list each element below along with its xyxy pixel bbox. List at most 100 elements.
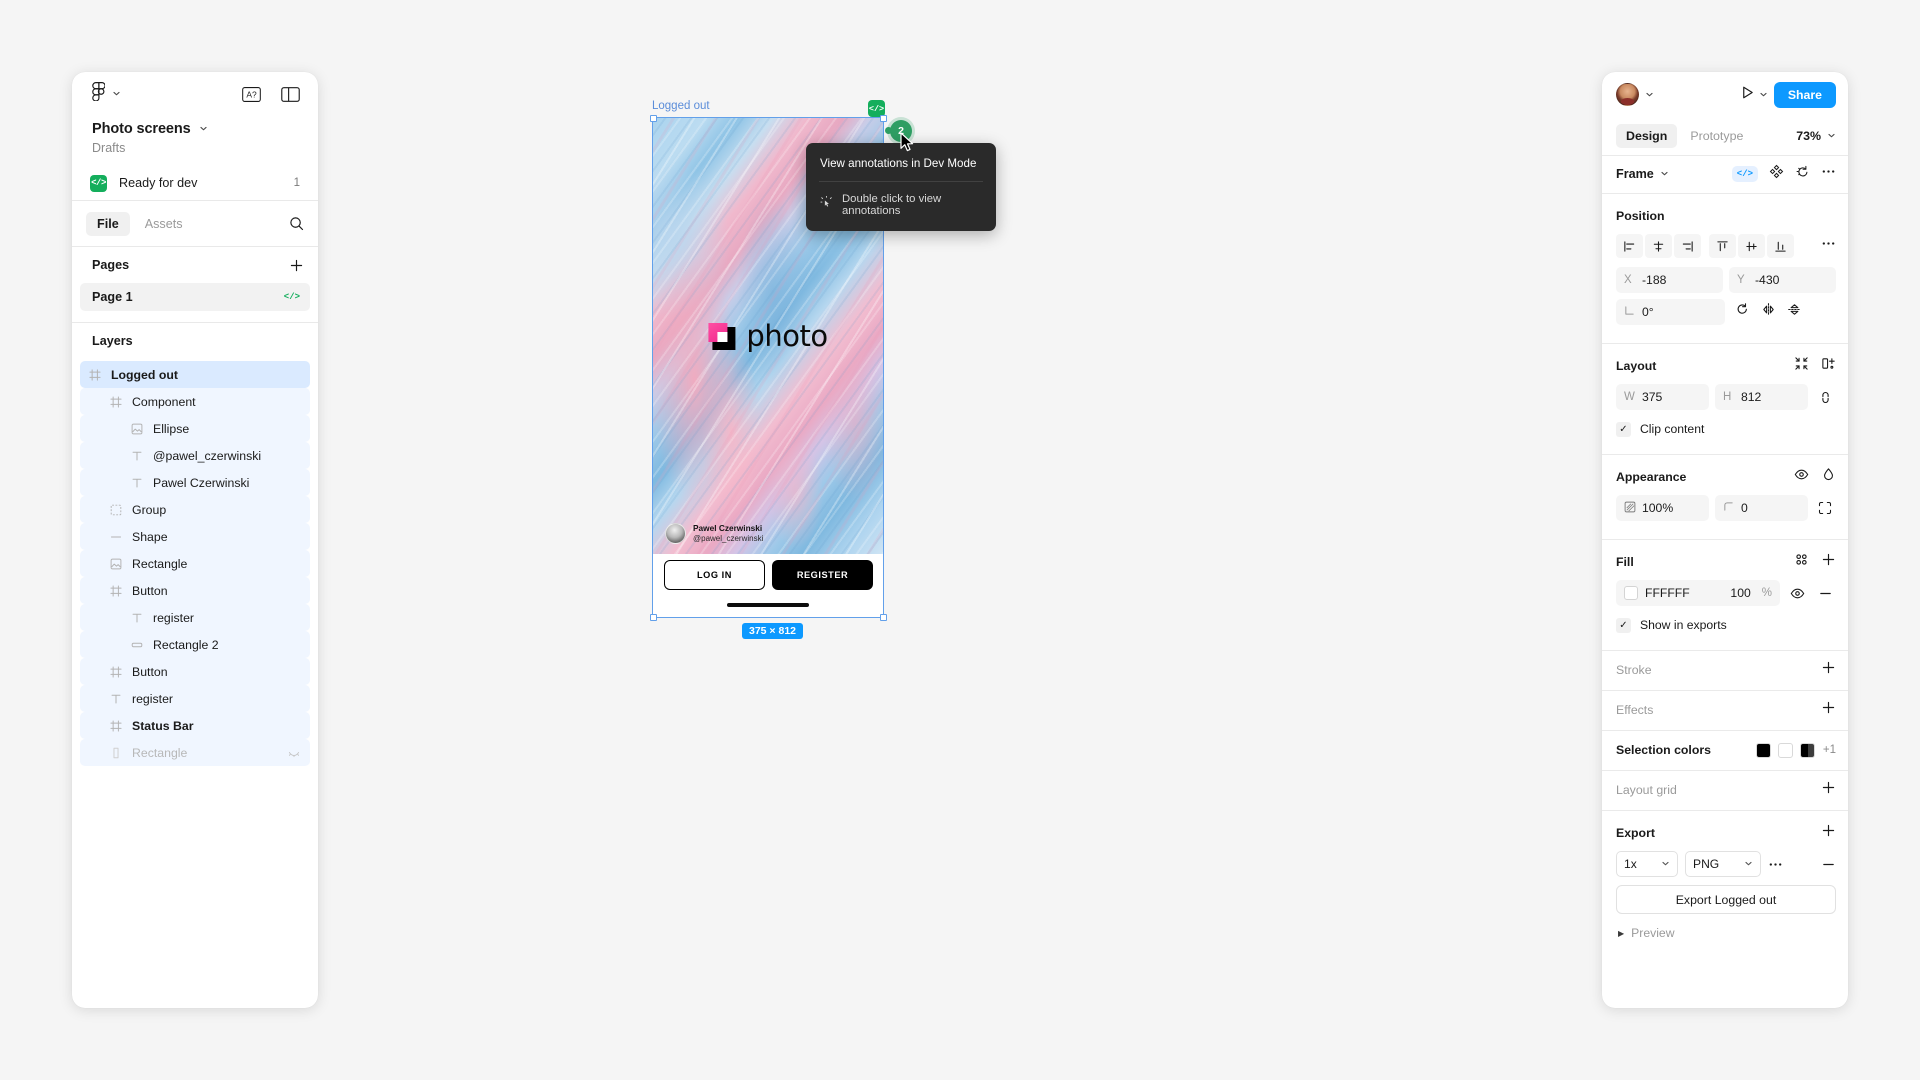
selection-handle-top-left[interactable] bbox=[650, 115, 657, 122]
corner-radius-field[interactable]: 0 bbox=[1715, 495, 1808, 521]
layer-row[interactable]: Rectangle bbox=[80, 550, 310, 577]
clip-content-row[interactable]: ✓ Clip content bbox=[1616, 416, 1836, 442]
resize-to-fit-icon[interactable] bbox=[1794, 356, 1809, 376]
flip-horizontal-icon[interactable] bbox=[1761, 302, 1776, 322]
selection-handle-bottom-right[interactable] bbox=[880, 614, 887, 621]
blend-mode-icon[interactable] bbox=[1821, 467, 1836, 487]
layer-name: Rectangle bbox=[132, 745, 188, 760]
width-field[interactable]: W 375 bbox=[1616, 384, 1709, 410]
tab-prototype[interactable]: Prototype bbox=[1680, 124, 1753, 148]
layer-row[interactable]: Ellipse bbox=[80, 415, 310, 442]
independent-corners-icon[interactable] bbox=[1814, 501, 1836, 515]
opacity-field[interactable]: 100% bbox=[1616, 495, 1709, 521]
layer-row[interactable]: register bbox=[80, 604, 310, 631]
fill-visibility-icon[interactable] bbox=[1786, 586, 1808, 601]
tab-file[interactable]: File bbox=[86, 211, 130, 236]
align-horizontal-center-icon[interactable] bbox=[1645, 234, 1672, 258]
align-right-icon[interactable] bbox=[1674, 234, 1701, 258]
flip-vertical-icon[interactable] bbox=[1787, 302, 1802, 322]
tooltip-hint-row: Double click to view annotations bbox=[806, 182, 996, 229]
share-button[interactable]: Share bbox=[1773, 81, 1836, 108]
height-field[interactable]: H 812 bbox=[1715, 384, 1808, 410]
fill-color-field[interactable]: FFFFFF 100 % bbox=[1616, 580, 1780, 606]
rotation-field[interactable]: 0° bbox=[1616, 299, 1725, 325]
visibility-icon[interactable] bbox=[1794, 467, 1809, 487]
align-top-icon[interactable] bbox=[1709, 234, 1736, 258]
fill-remove-icon[interactable] bbox=[1814, 586, 1836, 601]
layer-row[interactable]: Rectangle 2 bbox=[80, 631, 310, 658]
layer-row[interactable]: Pawel Czerwinski bbox=[80, 469, 310, 496]
export-remove-icon[interactable] bbox=[1821, 857, 1836, 872]
selection-swatch[interactable] bbox=[1777, 742, 1793, 758]
more-icon[interactable] bbox=[1821, 236, 1836, 256]
accessibility-icon[interactable]: A? bbox=[242, 86, 261, 102]
lock-ratio-icon[interactable] bbox=[1814, 390, 1836, 405]
selection-colors-more[interactable]: +1 bbox=[1823, 744, 1836, 756]
selection-handle-top-right[interactable] bbox=[880, 115, 887, 122]
tab-design[interactable]: Design bbox=[1616, 124, 1678, 148]
plus-icon[interactable] bbox=[1821, 660, 1836, 680]
ready-for-dev-row[interactable]: </> Ready for dev 1 bbox=[90, 166, 304, 200]
avatar[interactable] bbox=[1616, 83, 1639, 106]
layer-row[interactable]: @pawel_czerwinski bbox=[80, 442, 310, 469]
add-auto-layout-icon[interactable] bbox=[1821, 356, 1836, 376]
chevron-down-icon[interactable] bbox=[1660, 165, 1669, 183]
layer-row[interactable]: register bbox=[80, 685, 310, 712]
corner-radius-icon[interactable] bbox=[1735, 302, 1750, 322]
y-field[interactable]: Y -430 bbox=[1729, 267, 1836, 293]
page-item-page-1[interactable]: Page 1 </> bbox=[80, 283, 310, 311]
dev-mode-icon[interactable]: </> bbox=[1731, 166, 1758, 182]
preview-toggle[interactable]: ▶ Preview bbox=[1616, 914, 1836, 940]
search-icon[interactable] bbox=[289, 216, 304, 231]
register-button[interactable]: REGISTER bbox=[772, 560, 873, 590]
align-left-icon[interactable] bbox=[1616, 234, 1643, 258]
layer-name: Status Bar bbox=[132, 718, 194, 733]
layout-section: Layout W 375 H 812 ✓ Clip content bbox=[1602, 343, 1848, 454]
plus-icon[interactable] bbox=[1821, 700, 1836, 720]
chevron-down-icon bbox=[1661, 857, 1670, 871]
layer-row[interactable]: Logged out bbox=[80, 361, 310, 388]
export-button[interactable]: Export Logged out bbox=[1616, 885, 1836, 914]
styles-icon[interactable] bbox=[1794, 552, 1809, 572]
layer-row[interactable]: Group bbox=[80, 496, 310, 523]
align-vertical-center-icon[interactable] bbox=[1738, 234, 1765, 258]
detach-icon[interactable] bbox=[1795, 164, 1810, 184]
tab-assets[interactable]: Assets bbox=[134, 212, 194, 236]
selection-swatch[interactable] bbox=[1755, 742, 1771, 758]
show-in-exports-checkbox[interactable]: ✓ bbox=[1616, 617, 1631, 633]
align-bottom-icon[interactable] bbox=[1767, 234, 1794, 258]
layer-row[interactable]: Button bbox=[80, 577, 310, 604]
log-in-button[interactable]: LOG IN bbox=[664, 560, 765, 590]
layer-row[interactable]: Status Bar bbox=[80, 712, 310, 739]
selection-handle-bottom-left[interactable] bbox=[650, 614, 657, 621]
plus-icon[interactable] bbox=[1821, 780, 1836, 800]
hidden-eye-icon[interactable] bbox=[288, 747, 300, 759]
layer-row[interactable]: Rectangle bbox=[80, 739, 310, 766]
plus-icon[interactable] bbox=[1821, 823, 1836, 843]
show-in-exports-row[interactable]: ✓ Show in exports bbox=[1616, 612, 1836, 638]
selection-swatch[interactable] bbox=[1799, 742, 1815, 758]
frame-title-label[interactable]: Logged out bbox=[652, 100, 710, 112]
chevron-down-icon[interactable] bbox=[1759, 86, 1768, 104]
present-button[interactable] bbox=[1740, 85, 1768, 105]
fill-swatch[interactable] bbox=[1624, 586, 1638, 600]
layer-row[interactable]: Shape bbox=[80, 523, 310, 550]
export-format-select[interactable]: PNG bbox=[1685, 851, 1761, 877]
plus-icon[interactable] bbox=[1821, 552, 1836, 572]
figma-menu-button[interactable] bbox=[92, 82, 121, 106]
panel-toggle-icon[interactable] bbox=[281, 86, 300, 102]
chevron-down-icon[interactable] bbox=[1645, 86, 1654, 104]
zoom-control[interactable]: 73% bbox=[1796, 127, 1836, 145]
plus-icon[interactable] bbox=[289, 258, 304, 273]
x-field[interactable]: X -188 bbox=[1616, 267, 1723, 293]
layers-list[interactable]: Logged out Component Ellipse @pawel_czerwin… bbox=[72, 359, 318, 1008]
export-scale-select[interactable]: 1x bbox=[1616, 851, 1678, 877]
more-icon[interactable] bbox=[1768, 857, 1783, 872]
file-title-row[interactable]: Photo screens bbox=[92, 120, 298, 138]
layer-row[interactable]: Button bbox=[80, 658, 310, 685]
layer-row[interactable]: Component bbox=[80, 388, 310, 415]
more-icon[interactable] bbox=[1821, 164, 1836, 184]
component-icon[interactable] bbox=[1769, 164, 1784, 184]
chevron-down-icon[interactable] bbox=[199, 120, 208, 138]
clip-content-checkbox[interactable]: ✓ bbox=[1616, 421, 1631, 437]
